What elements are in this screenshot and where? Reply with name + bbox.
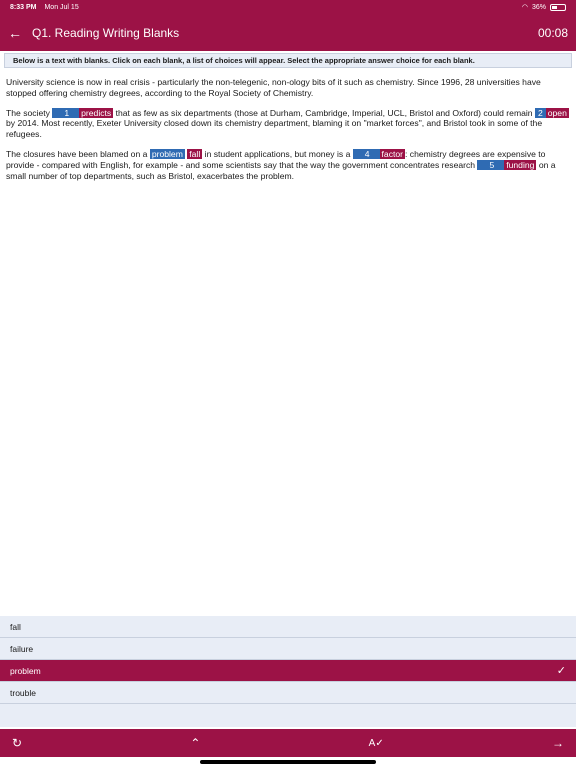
blank-3[interactable]: problem fall	[149, 148, 203, 159]
blank-number: 5	[477, 159, 505, 170]
app-bar: ← Q1. Reading Writing Blanks 00:08	[0, 14, 576, 51]
home-indicator-area	[0, 757, 576, 768]
status-date: Mon Jul 15	[44, 3, 79, 11]
choice-item[interactable]: fall	[0, 616, 576, 638]
choice-list-spacer	[0, 704, 576, 727]
blank-1[interactable]: 1 predicts	[52, 107, 114, 118]
paragraph-3: The closures have been blamed on a probl…	[6, 148, 572, 181]
wifi-icon: ◠	[521, 4, 528, 11]
bottom-toolbar: ↻ ⌃ A✓ →	[0, 729, 576, 757]
blank-4[interactable]: 4 factor	[352, 148, 406, 159]
blank-answer-selected: problem	[149, 148, 185, 159]
home-indicator	[200, 760, 376, 764]
page-title: Q1. Reading Writing Blanks	[32, 25, 180, 40]
blank-number: 4	[352, 148, 380, 159]
arrow-left-icon[interactable]: ←	[8, 25, 28, 41]
choice-item-selected[interactable]: problem ✓	[0, 660, 576, 682]
choice-label: fall	[10, 621, 21, 632]
instruction-banner: Below is a text with blanks. Click on ea…	[4, 53, 572, 68]
status-bar: 8:33 PM Mon Jul 15 ◠ 36%	[0, 0, 576, 14]
blank-answer: predicts	[79, 107, 114, 118]
battery-percent: 36%	[531, 3, 546, 11]
text-segment: that as few as six departments (those at…	[113, 107, 535, 118]
paragraph-1: University science is now in real crisis…	[6, 77, 541, 98]
blank-number: 1	[52, 107, 80, 118]
status-time: 8:33 PM	[10, 3, 37, 11]
blank-answer: open	[545, 107, 569, 118]
blank-answer: fall	[187, 148, 203, 159]
blank-5[interactable]: 5 funding	[477, 159, 537, 170]
battery-icon	[550, 3, 566, 11]
timer: 00:08	[537, 25, 568, 40]
check-icon: ✓	[556, 665, 566, 677]
choice-list: fall failure problem ✓ trouble	[0, 616, 576, 727]
arrow-right-icon[interactable]: →	[552, 736, 564, 750]
passage: University science is now in real crisis…	[6, 77, 572, 190]
text-segment: in student applications, but money is a	[202, 148, 353, 159]
paragraph-2: The society 1 predicts that as few as six…	[6, 107, 572, 140]
blank-answer: factor	[379, 148, 406, 159]
choice-label: failure	[10, 643, 34, 654]
chevron-up-icon[interactable]: ⌃	[190, 736, 200, 750]
choice-item[interactable]: trouble	[0, 682, 576, 704]
refresh-icon[interactable]: ↻	[12, 736, 22, 750]
text-segment: The society	[6, 107, 53, 118]
status-right: ◠ 36%	[522, 3, 566, 11]
choice-label: trouble	[10, 687, 36, 698]
blank-answer: funding	[504, 159, 537, 170]
spell-check-icon[interactable]: A✓	[369, 738, 384, 749]
blank-number: 2	[534, 107, 546, 118]
choice-item[interactable]: failure	[0, 638, 576, 660]
blank-2[interactable]: 2 open	[534, 107, 569, 118]
text-segment: The closures have been blamed on a	[6, 148, 150, 159]
text-segment: by 2014. Most recently, Exeter Universit…	[6, 118, 543, 140]
choice-label: problem	[10, 665, 41, 676]
